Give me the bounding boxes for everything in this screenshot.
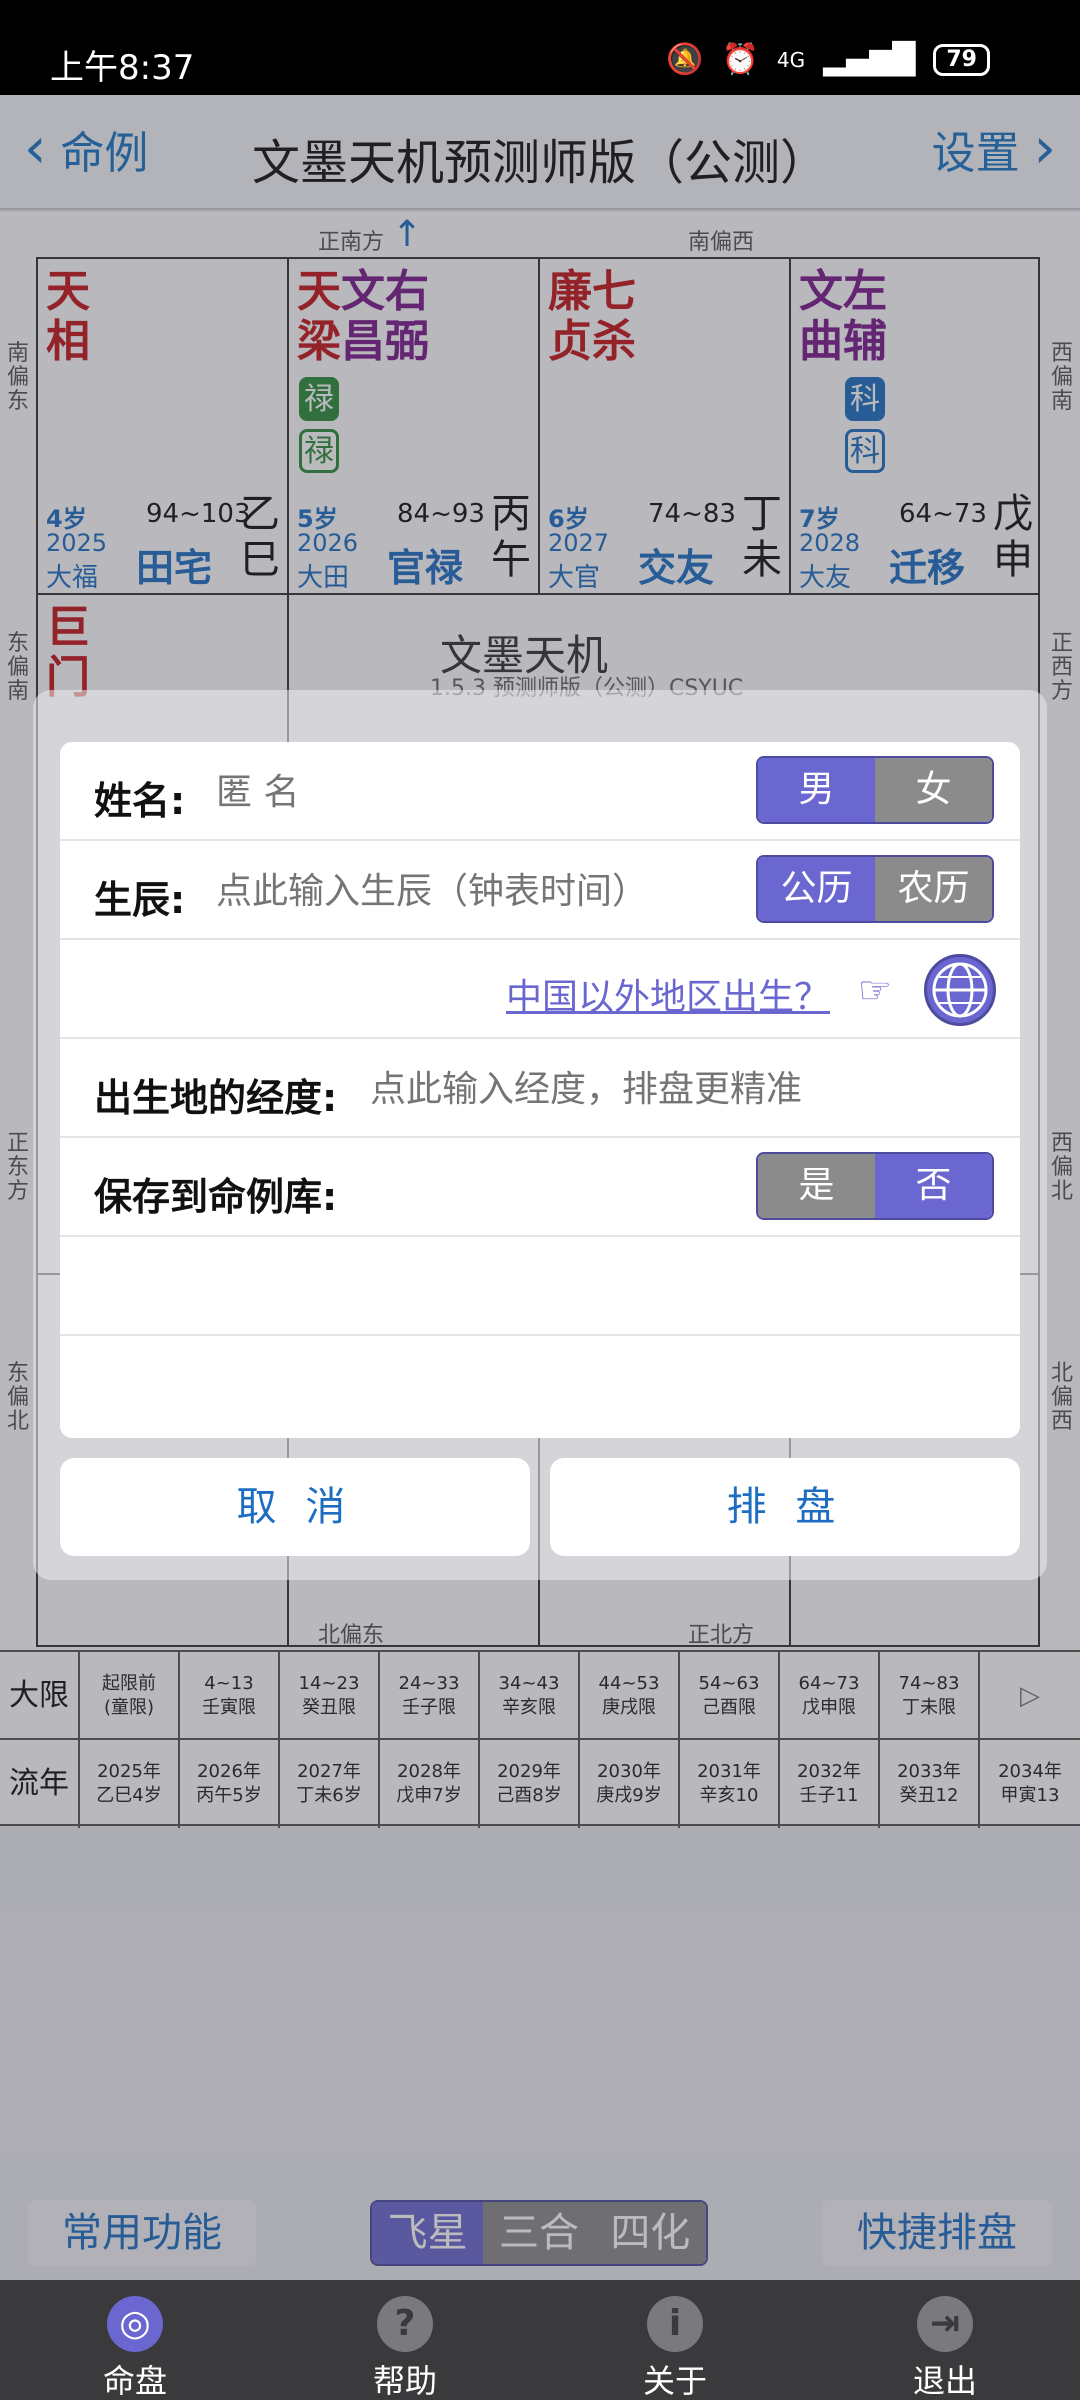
save-yes[interactable]: 是 [758, 1154, 875, 1218]
gender-male[interactable]: 男 [758, 758, 875, 822]
globe-icon[interactable] [924, 954, 996, 1026]
nav-chart[interactable]: ◎ 命盘 [35, 2280, 235, 2400]
pointing-hand-icon: ☞ [857, 968, 892, 1012]
exit-icon: ⇥ [917, 2296, 973, 2352]
name-row: 姓名: 男 女 [60, 742, 1020, 841]
longitude-label: 出生地的经度: [94, 1076, 338, 1120]
calendar-toggle: 公历 农历 [756, 855, 994, 923]
name-input[interactable] [216, 772, 636, 813]
overseas-row: 中国以外地区出生？ ☞ [60, 940, 1020, 1039]
target-icon: ◎ [107, 2296, 163, 2352]
birth-row: 生辰: 公历 农历 [60, 841, 1020, 940]
overseas-birth-link[interactable]: 中国以外地区出生？ [506, 968, 830, 1020]
birth-time-input[interactable] [216, 871, 696, 912]
alarm-icon: ⏰ [721, 42, 759, 77]
network-label: 4G [776, 47, 806, 72]
nav-about[interactable]: i 关于 [575, 2280, 775, 2400]
nav-label: 退出 [912, 2362, 977, 2400]
nav-label: 帮助 [372, 2362, 437, 2400]
mute-icon: 🔕 [666, 42, 704, 77]
name-label: 姓名: [94, 779, 186, 823]
cancel-button[interactable]: 取 消 [60, 1458, 530, 1556]
nav-label: 关于 [642, 2362, 707, 2400]
birth-label: 生辰: [94, 878, 186, 922]
status-bar: 上午8:37 🔕 ⏰ 4G ▂▄▆█ 79 [0, 0, 1080, 95]
gender-female[interactable]: 女 [875, 758, 992, 822]
gender-toggle: 男 女 [756, 756, 994, 824]
nav-help[interactable]: ? 帮助 [305, 2280, 505, 2400]
nav-exit[interactable]: ⇥ 退出 [845, 2280, 1045, 2400]
info-icon: i [647, 2296, 703, 2352]
help-icon: ? [377, 2296, 433, 2352]
save-toggle: 是 否 [756, 1152, 994, 1220]
save-row: 保存到命例库: 是 否 [60, 1138, 1020, 1237]
calendar-solar[interactable]: 公历 [758, 857, 875, 921]
nav-label: 命盘 [102, 2362, 167, 2400]
empty-row [60, 1237, 1020, 1336]
status-time: 上午8:37 [50, 48, 195, 88]
bottom-nav: ◎ 命盘 ? 帮助 i 关于 ⇥ 退出 [0, 2280, 1080, 2400]
submit-chart-button[interactable]: 排 盘 [550, 1458, 1020, 1556]
save-no[interactable]: 否 [875, 1154, 992, 1218]
longitude-input[interactable] [370, 1069, 970, 1110]
save-label: 保存到命例库: [94, 1175, 338, 1219]
battery-indicator: 79 [933, 43, 990, 76]
calendar-lunar[interactable]: 农历 [875, 857, 992, 921]
birth-info-dialog: 姓名: 男 女 生辰: 公历 农历 中国以外地区出生？ ☞ 出生地的经度: [60, 742, 1020, 1438]
longitude-row: 出生地的经度: [60, 1039, 1020, 1138]
status-icons: 🔕 ⏰ 4G ▂▄▆█ 79 [666, 42, 990, 77]
signal-icon: ▂▄▆█ [823, 42, 916, 77]
